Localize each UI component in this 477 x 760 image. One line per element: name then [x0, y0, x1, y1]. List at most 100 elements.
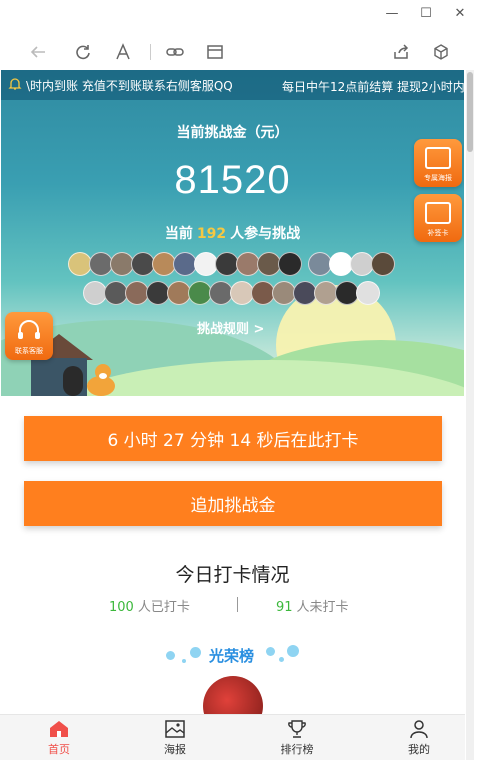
- avatar: [313, 281, 338, 305]
- avatar: [67, 252, 92, 276]
- link-icon[interactable]: [163, 40, 187, 64]
- participants-count: 192: [196, 226, 227, 242]
- participants-info: 当前 192 人参与挑战: [1, 223, 464, 243]
- bell-icon: [8, 77, 22, 94]
- avatar: [193, 252, 218, 276]
- participant-avatars-row: [1, 252, 464, 276]
- avatar: [151, 252, 176, 276]
- participant-avatars-row: [1, 281, 464, 305]
- notice-marquee: \时内到账 充值不到账联系右侧客服QQ 每日中午12点前结算 提现2小时内: [1, 70, 464, 100]
- challenge-label: 当前挑战金（元）: [176, 125, 289, 141]
- nav-label: 我的: [408, 743, 430, 756]
- nav-item-home[interactable]: 首页: [19, 715, 99, 760]
- avatar: [187, 281, 212, 305]
- today-checkin-title: 今日打卡情况: [175, 564, 290, 586]
- avatar: [229, 281, 254, 305]
- avatar: [370, 252, 395, 276]
- avatar: [109, 252, 134, 276]
- close-button[interactable]: ✕: [443, 0, 477, 26]
- marquee-text-right: 每日中午12点前结算 提现2小时内: [282, 80, 464, 94]
- vertical-scrollbar[interactable]: [466, 70, 474, 760]
- avatar: [355, 281, 380, 305]
- app-window: — ☐ ✕ \时内到账 充值不到账联系右侧客服QQ 每日中午12点前结算 提现2…: [0, 0, 477, 760]
- add-challenge-button[interactable]: 追加挑战金: [24, 481, 442, 526]
- checkin-card-label: 补签卡: [427, 229, 449, 237]
- decor-dot: [287, 645, 299, 657]
- participants-prefix: 当前: [164, 226, 193, 242]
- marquee-text-left: \时内到账 充值不到账联系右侧客服QQ: [26, 78, 233, 93]
- nav-label: 海报: [164, 743, 186, 756]
- nav-item-ranking[interactable]: 排行榜: [257, 715, 337, 760]
- avatar: [82, 281, 107, 305]
- nav-item-mine[interactable]: 我的: [379, 715, 459, 760]
- avatar: [307, 252, 332, 276]
- checkin-countdown-button[interactable]: 6 小时 27 分钟 14 秒后在此打卡: [24, 416, 442, 461]
- font-size-icon[interactable]: [111, 40, 135, 64]
- headset-icon: [18, 320, 40, 339]
- share-icon[interactable]: [389, 40, 413, 64]
- decor-dot: [279, 657, 284, 662]
- poster-side-button[interactable]: 专属海报: [414, 139, 462, 187]
- avatar: [145, 281, 170, 305]
- bottom-nav: 首页 海报 排行榜 我的: [0, 714, 465, 760]
- toolbar-divider: [150, 44, 151, 60]
- checked-stat: 100 人已打卡: [109, 596, 190, 615]
- decor-dot: [182, 659, 186, 663]
- avatar: [256, 252, 281, 276]
- decor-dot: [190, 647, 201, 658]
- avatar: [208, 281, 233, 305]
- maximize-button[interactable]: ☐: [409, 0, 443, 26]
- toolbar: [0, 36, 477, 68]
- avatar: [172, 252, 197, 276]
- avatar: [166, 281, 191, 305]
- customer-service-label: 联系客服: [15, 347, 43, 355]
- avatar: [103, 281, 128, 305]
- avatar: [277, 252, 302, 276]
- checkin-stats: 100 人已打卡 91 人未打卡: [0, 596, 465, 616]
- unchecked-count: 91: [276, 600, 293, 615]
- avatar: [292, 281, 317, 305]
- decor-dot: [266, 647, 275, 656]
- avatar: [235, 252, 260, 276]
- poster-icon: [425, 147, 451, 169]
- avatar: [124, 281, 149, 305]
- honor-board-header: 光荣榜: [0, 643, 465, 667]
- customer-service-button[interactable]: 联系客服: [5, 312, 53, 360]
- nav-label: 排行榜: [280, 743, 314, 756]
- avatar: [88, 252, 113, 276]
- checked-count: 100: [109, 600, 134, 615]
- decor-dot: [166, 651, 175, 660]
- checked-label: 人已打卡: [137, 600, 190, 615]
- challenge-rules-link[interactable]: 挑战规则 >: [197, 318, 264, 337]
- avatar: [271, 281, 296, 305]
- checkin-card-side-button[interactable]: 补签卡: [414, 194, 462, 242]
- unchecked-label: 人未打卡: [296, 600, 349, 615]
- home-icon: [50, 721, 68, 737]
- avatar: [328, 252, 353, 276]
- avatar: [130, 252, 155, 276]
- minimize-button[interactable]: —: [375, 0, 409, 26]
- back-icon[interactable]: [26, 40, 50, 64]
- challenge-banner: \时内到账 充值不到账联系右侧客服QQ 每日中午12点前结算 提现2小时内 当前…: [1, 70, 464, 396]
- calendar-icon: [425, 202, 451, 224]
- stats-divider: [237, 597, 238, 612]
- window-controls: — ☐ ✕: [375, 0, 477, 26]
- scrollbar-thumb[interactable]: [467, 72, 473, 152]
- nav-item-poster[interactable]: 海报: [135, 715, 215, 760]
- honor-board-title: 光荣榜: [209, 647, 255, 665]
- avatar: [334, 281, 359, 305]
- nav-label: 首页: [48, 743, 70, 756]
- avatar: [214, 252, 239, 276]
- window-icon[interactable]: [203, 40, 227, 64]
- participants-suffix: 人参与挑战: [230, 226, 301, 242]
- trophy-icon: [288, 720, 306, 738]
- avatar: [250, 281, 275, 305]
- avatar: [349, 252, 374, 276]
- poster-icon: [165, 720, 185, 738]
- cube-icon[interactable]: [429, 40, 453, 64]
- unchecked-stat: 91 人未打卡: [276, 596, 349, 615]
- challenge-amount: 81520: [174, 158, 291, 202]
- poster-side-label: 专属海报: [424, 174, 452, 182]
- refresh-icon[interactable]: [71, 40, 95, 64]
- user-icon: [410, 720, 428, 739]
